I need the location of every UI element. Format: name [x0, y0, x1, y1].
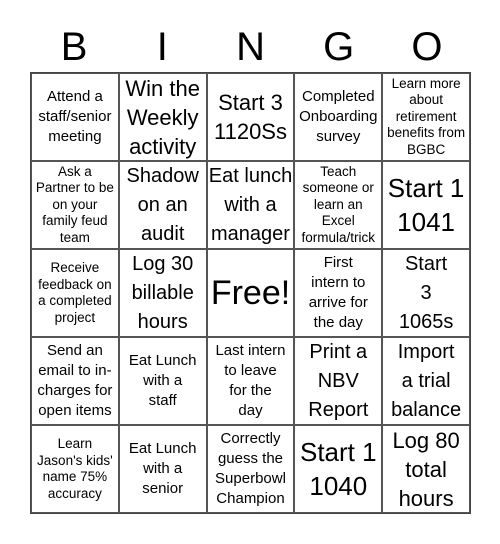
- bingo-cell[interactable]: Receive feedback on a completed project: [31, 249, 119, 337]
- cell-text: Ask a Partner to be on your family feud …: [35, 163, 114, 245]
- bingo-cell[interactable]: Win the Weekly activity: [118, 73, 207, 161]
- header-letter-b: B: [60, 25, 88, 69]
- bingo-cell[interactable]: Log 80 total hours: [382, 425, 470, 513]
- free-space-cell[interactable]: Free!: [206, 249, 295, 337]
- bingo-cell[interactable]: Log 30 billable hours: [118, 249, 207, 337]
- cell-text: Receive feedback on a completed project: [38, 260, 112, 325]
- header-letter-o: O: [411, 25, 443, 69]
- header-letter-g: G: [323, 25, 355, 69]
- cell-text: Log 80 total hours: [392, 427, 460, 511]
- bingo-cell[interactable]: Ask a Partner to be on your family feud …: [31, 161, 119, 249]
- header-letter-i: I: [156, 25, 168, 69]
- cell-text: Start 1 1040: [299, 437, 377, 501]
- cell-text: Start 1 1041: [387, 173, 465, 237]
- cell-text: Learn Jason's kids' name 75% accuracy: [37, 436, 113, 501]
- bingo-cell[interactable]: Learn more about retirement benefits fro…: [382, 73, 470, 161]
- cell-text: Eat lunch with a manager: [208, 164, 293, 245]
- bingo-cell[interactable]: Last intern to leave for the day: [206, 337, 295, 425]
- bingo-cell[interactable]: Shadow on an audit: [118, 161, 207, 249]
- bingo-grid: Attend a staff/senior meeting Win the We…: [30, 72, 471, 514]
- cell-text: Start 3 1120Ss: [214, 90, 287, 144]
- bingo-cell[interactable]: Attend a staff/senior meeting: [31, 73, 119, 161]
- cell-text: Start 3 1065s: [398, 252, 454, 333]
- bingo-header: B I N G O: [30, 22, 471, 72]
- cell-text: Completed Onboarding survey: [299, 88, 378, 145]
- bingo-cell[interactable]: Learn Jason's kids' name 75% accuracy: [31, 425, 119, 513]
- cell-text: Learn more about retirement benefits fro…: [387, 75, 466, 157]
- cell-text: First intern to arrive for the day: [308, 254, 368, 331]
- bingo-cell[interactable]: Print a NBV Report: [294, 337, 383, 425]
- cell-text: Log 30 billable hours: [131, 252, 194, 333]
- cell-text: Print a NBV Report: [308, 340, 369, 421]
- bingo-cell[interactable]: Eat lunch with a manager: [206, 161, 295, 249]
- bingo-cell[interactable]: Import a trial balance: [382, 337, 470, 425]
- cell-text: Send an email to in- charges for open it…: [37, 342, 113, 419]
- cell-text: Eat Lunch with a staff: [128, 352, 197, 409]
- bingo-cell[interactable]: Teach someone or learn an Excel formula/…: [294, 161, 383, 249]
- cell-text: Shadow on an audit: [126, 164, 199, 245]
- bingo-cell[interactable]: Correctly guess the Superbowl Champion: [206, 425, 295, 513]
- bingo-cell[interactable]: Send an email to in- charges for open it…: [31, 337, 119, 425]
- bingo-cell[interactable]: Start 1 1041: [382, 161, 470, 249]
- bingo-cell[interactable]: Eat Lunch with a staff: [118, 337, 207, 425]
- cell-text: Teach someone or learn an Excel formula/…: [301, 163, 376, 245]
- cell-text: Import a trial balance: [391, 340, 462, 421]
- bingo-cell[interactable]: Completed Onboarding survey: [294, 73, 383, 161]
- bingo-cell[interactable]: Eat Lunch with a senior: [118, 425, 207, 513]
- cell-text: Attend a staff/senior meeting: [38, 88, 112, 145]
- cell-text: Last intern to leave for the day: [215, 342, 286, 419]
- bingo-cell[interactable]: Start 3 1065s: [382, 249, 470, 337]
- cell-text: Correctly guess the Superbowl Champion: [215, 430, 286, 507]
- cell-text: Free!: [210, 274, 291, 312]
- header-letter-n: N: [236, 25, 265, 69]
- cell-text: Eat Lunch with a senior: [128, 440, 197, 497]
- bingo-cell[interactable]: Start 1 1040: [294, 425, 383, 513]
- bingo-cell[interactable]: First intern to arrive for the day: [294, 249, 383, 337]
- bingo-cell[interactable]: Start 3 1120Ss: [206, 73, 295, 161]
- cell-text: Win the Weekly activity: [125, 75, 200, 159]
